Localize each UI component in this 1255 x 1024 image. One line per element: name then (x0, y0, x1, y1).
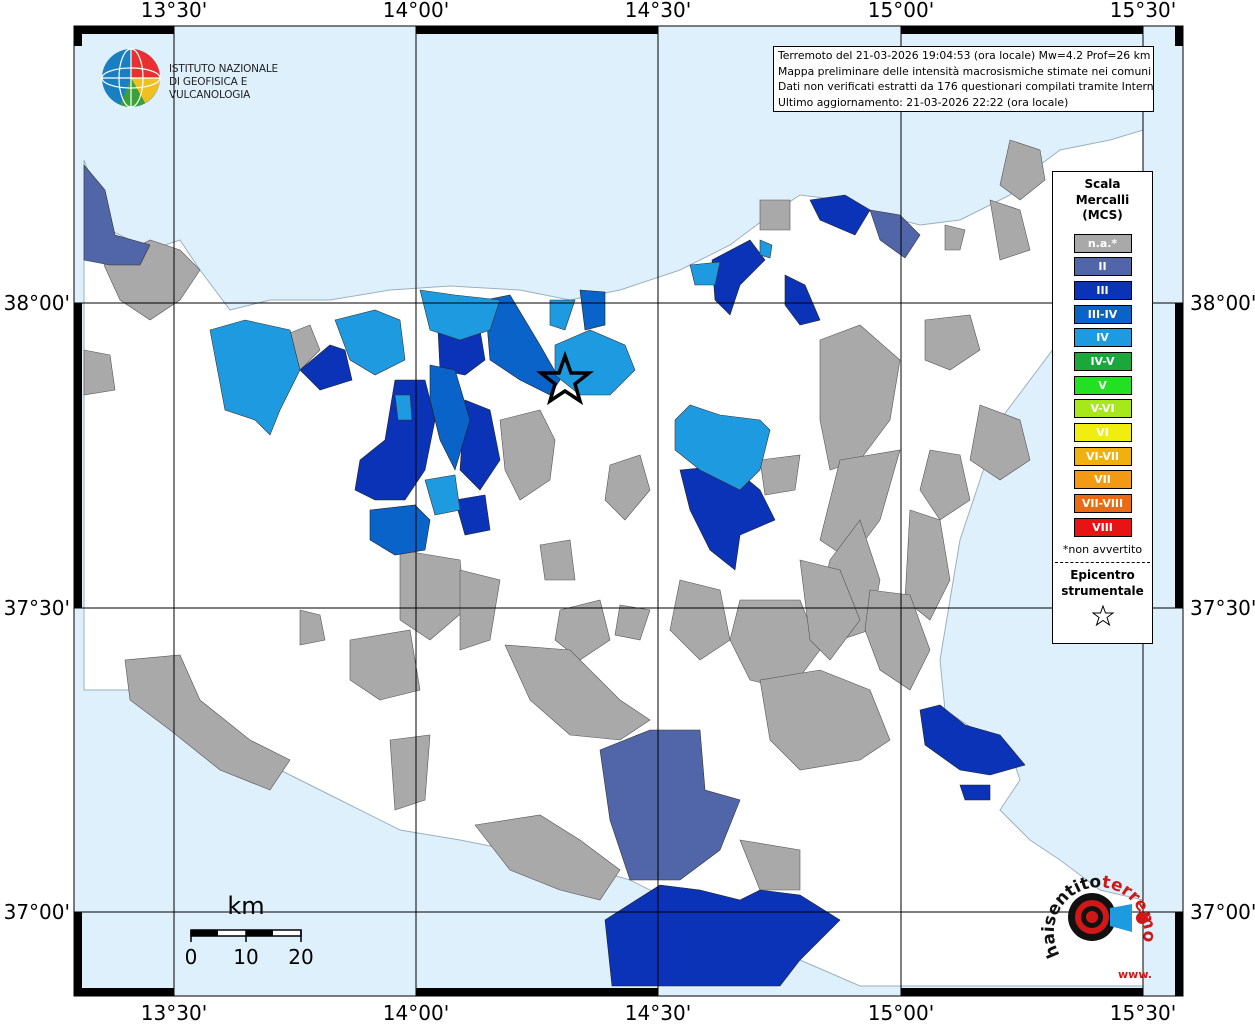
legend-item: IV (1073, 328, 1132, 348)
lat-label: 37°00' (1190, 900, 1255, 924)
legend-title-line: Scala (1084, 177, 1121, 191)
institute-name-line2: DI GEOFISICA E VULCANOLOGIA (169, 76, 251, 101)
scale-bar: km 0 10 20 (185, 890, 325, 970)
legend-item: VIII (1073, 517, 1132, 537)
legend-item: n.a.* (1073, 233, 1132, 253)
legend-item: II (1073, 257, 1132, 277)
legend-epicenter-label: Epicentro strumentale (1053, 567, 1152, 599)
lon-labels-top: 13°30' 14°00' 14°30' 15°00' 15°30' (141, 0, 1176, 22)
event-info-line: Terremoto del 21-03-2026 19:04:53 (ora l… (778, 49, 1151, 62)
event-info-line: Mappa preliminare delle intensità macros… (778, 64, 1152, 78)
lat-label: 37°00' (4, 900, 70, 924)
legend-epicenter-line: strumentale (1061, 583, 1144, 598)
lon-label: 14°30' (625, 1001, 691, 1024)
event-info-box: Terremoto del 21-03-2026 19:04:53 (ora l… (773, 46, 1154, 112)
legend-item: III-IV (1073, 304, 1132, 324)
legend-title: Scala Mercalli (MCS) (1053, 177, 1152, 224)
legend-title-line: Mercalli (1075, 192, 1130, 207)
scale-label: 10 (233, 945, 258, 969)
legend-epicenter-line: Epicentro (1070, 567, 1135, 582)
lon-label: 13°30' (141, 1001, 207, 1024)
legend-item: VII-VIII (1073, 494, 1132, 514)
lon-label: 15°00' (868, 0, 934, 22)
event-info-line: Ultimo aggiornamento: 21-03-2026 22:22 (… (778, 95, 1069, 109)
lon-label: 15°30' (1110, 0, 1176, 22)
legend-divider (1055, 561, 1150, 563)
legend-items: n.a.* II III III-IV IV IV-V V V-VI VI VI-VII VII VI… (1053, 233, 1152, 537)
legend-item: VII (1073, 470, 1132, 490)
mcs-legend: Scala Mercalli (MCS) n.a.* II III III-IV IV I… (1052, 171, 1153, 644)
lon-label: 14°00' (383, 1001, 449, 1024)
legend-star-icon (1053, 604, 1152, 631)
lon-labels-bottom: 13°30' 14°00' 14°30' 15°00' 15°30' (141, 1001, 1176, 1024)
legend-note: *non avvertito (1062, 542, 1143, 556)
lat-label: 38°00' (1190, 291, 1255, 315)
lon-label: 13°30' (141, 0, 207, 22)
lon-label: 15°00' (868, 1001, 934, 1024)
legend-title-line: (MCS) (1082, 208, 1123, 222)
lat-labels-left: 38°00' 37°30' 37°00' (4, 291, 70, 924)
legend-item: III (1073, 280, 1132, 300)
scale-label: 20 (288, 945, 313, 969)
lat-label: 37°30' (4, 596, 70, 620)
ingv-logo: ISTITUTO NAZIONALE DI GEOFISICA E VULCAN… (100, 47, 320, 112)
institute-name-line1: ISTITUTO NAZIONALE (169, 63, 278, 75)
globe-icon (101, 48, 161, 108)
legend-item: IV-V (1073, 351, 1132, 371)
lon-label: 14°30' (625, 0, 691, 22)
haisentito-logo: haisentitoterremoto.it www. (1024, 845, 1160, 990)
legend-item: V (1073, 375, 1132, 395)
lat-label: 37°30' (1190, 596, 1255, 620)
legend-item: V-VI (1073, 399, 1132, 419)
legend-item: VI-VII (1073, 446, 1132, 466)
badge-text-prefix: www. (1118, 968, 1152, 981)
scale-label: 0 (185, 945, 197, 969)
lat-label: 38°00' (4, 291, 70, 315)
scale-unit: km (227, 892, 264, 920)
lat-labels-right: 38°00' 37°30' 37°00' (1190, 291, 1255, 924)
lon-label: 15°30' (1110, 1001, 1176, 1024)
lon-label: 14°00' (383, 0, 449, 22)
legend-item: VI (1073, 423, 1132, 442)
event-info-line: Dati non verificati estratti da 176 ques… (778, 80, 1154, 93)
